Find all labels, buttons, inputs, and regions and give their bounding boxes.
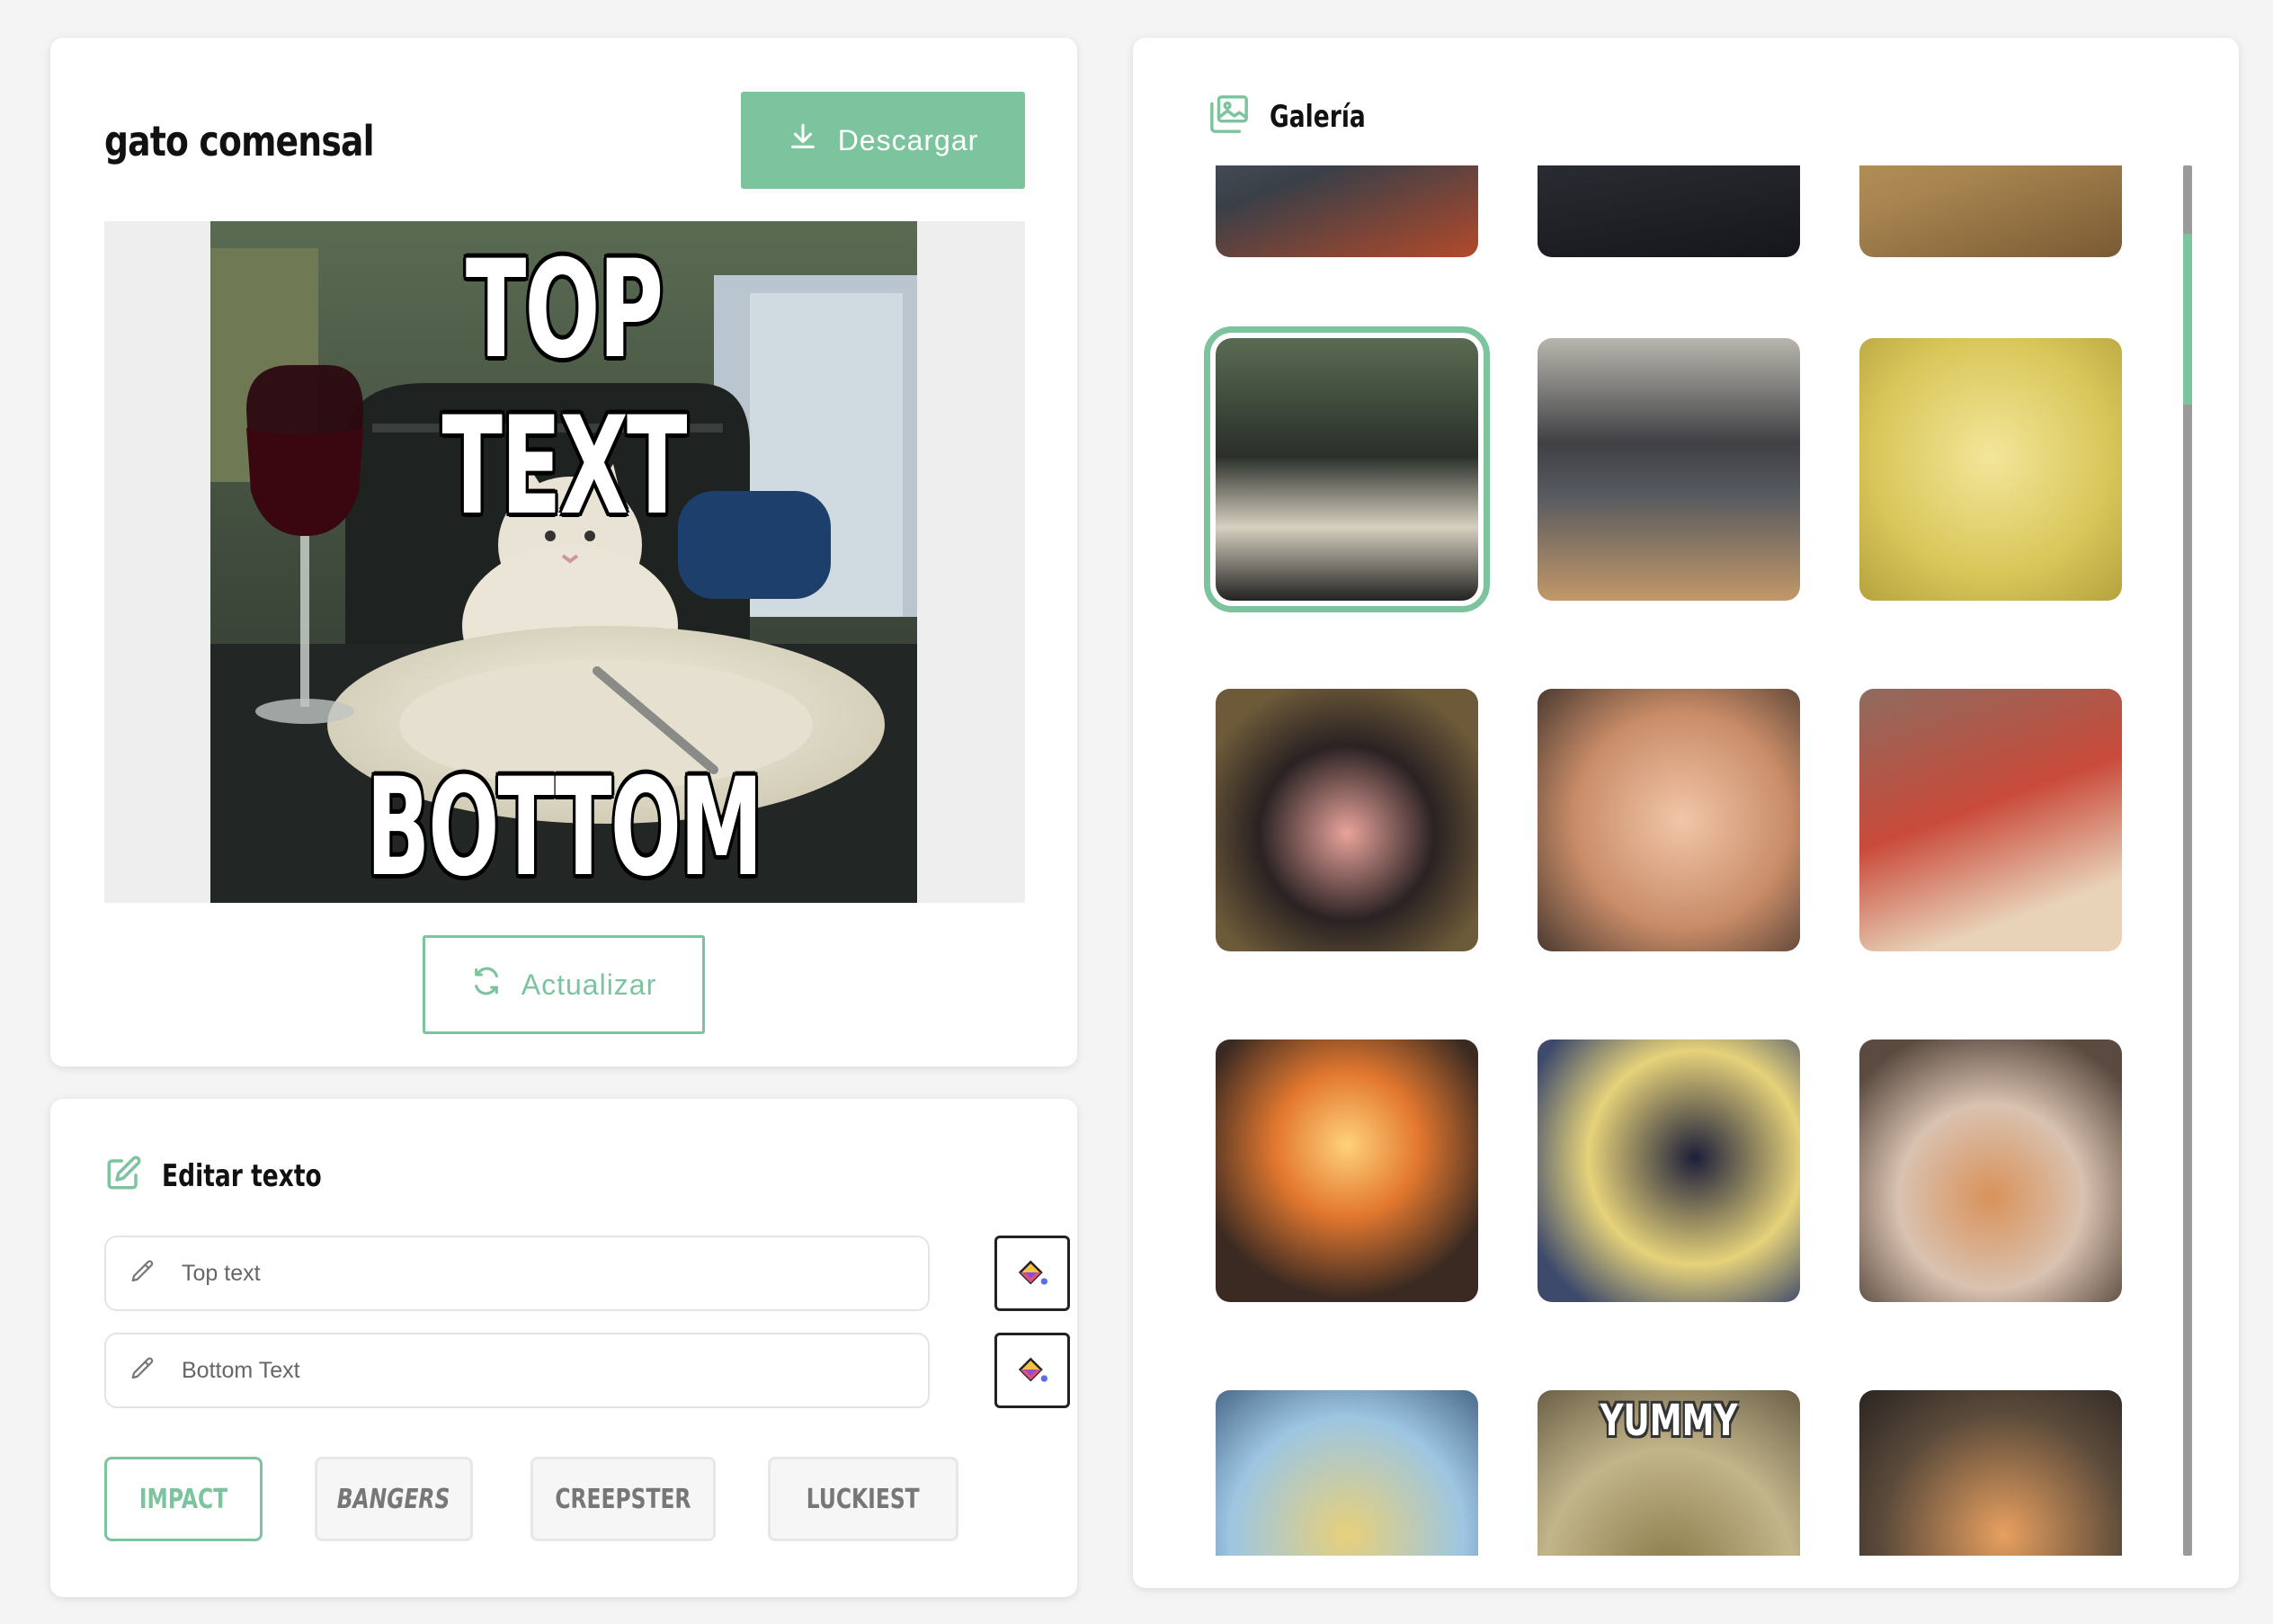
font-button-luckiest[interactable]: LUCKIEST xyxy=(768,1457,958,1541)
gallery-thumbnail[interactable] xyxy=(1859,338,2122,601)
gallery-scrollbar-thumb[interactable] xyxy=(2183,234,2192,405)
gallery-thumbnail[interactable] xyxy=(1538,338,1800,601)
top-text-row xyxy=(104,1236,1070,1313)
meme-editor-card: gato comensal Descargar TOP TEXT BOTTOM … xyxy=(50,38,1077,1066)
gallery-thumbnail[interactable] xyxy=(1859,1390,2122,1556)
top-text-color-button[interactable] xyxy=(994,1236,1070,1311)
font-button-bangers[interactable]: BANGERS xyxy=(315,1457,473,1541)
refresh-label: Actualizar xyxy=(521,968,657,1001)
pencil-icon xyxy=(129,1258,156,1289)
paint-bucket-icon xyxy=(1014,1352,1050,1390)
paint-bucket-icon xyxy=(1014,1254,1050,1293)
meme-top-text: TOP TEXT xyxy=(441,232,687,545)
image-gallery-icon xyxy=(1208,94,1250,139)
gallery-grid[interactable]: YUMMY xyxy=(1133,165,2194,1556)
gallery-thumbnail[interactable] xyxy=(1216,1390,1478,1556)
meme-image: TOP TEXT BOTTOM TEXT xyxy=(210,221,917,903)
gallery-title: Galería xyxy=(1270,98,1366,135)
gallery-thumbnail[interactable]: YUMMY xyxy=(1538,1390,1800,1556)
gallery-thumbnail[interactable] xyxy=(1216,165,1478,257)
meme-preview-area: TOP TEXT BOTTOM TEXT xyxy=(104,221,1025,903)
meme-title: gato comensal xyxy=(104,117,375,165)
gallery-thumbnail-selected[interactable] xyxy=(1204,326,1490,612)
text-editor-title: Editar texto xyxy=(162,1157,322,1194)
gallery-thumbnail[interactable] xyxy=(1538,689,1800,951)
refresh-button[interactable]: Actualizar xyxy=(423,935,705,1034)
gallery-thumbnail[interactable] xyxy=(1859,1040,2122,1302)
gallery-thumbnail[interactable] xyxy=(1216,1040,1478,1302)
refresh-icon xyxy=(471,966,502,1004)
gallery-thumbnail[interactable] xyxy=(1859,165,2122,257)
gallery-thumbnail[interactable] xyxy=(1859,689,2122,951)
thumbnail-caption: YUMMY xyxy=(1600,1396,1738,1446)
gallery-thumbnail[interactable] xyxy=(1538,1040,1800,1302)
edit-square-icon xyxy=(104,1155,142,1197)
font-button-impact[interactable]: IMPACT xyxy=(104,1457,263,1541)
download-icon xyxy=(788,121,818,159)
gallery-thumbnail[interactable] xyxy=(1538,165,1800,257)
pencil-icon xyxy=(129,1355,156,1387)
gallery-card: Galería YUMMY xyxy=(1133,38,2239,1588)
bottom-text-input[interactable] xyxy=(182,1357,865,1384)
bottom-text-row xyxy=(104,1333,1070,1410)
text-editor-card: Editar texto Top text Bottom Text IMPACT… xyxy=(50,1099,1077,1597)
top-text-input[interactable] xyxy=(182,1260,865,1287)
bottom-text-color-button[interactable] xyxy=(994,1333,1070,1408)
text-editor-header: Editar texto xyxy=(104,1155,367,1197)
download-label: Descargar xyxy=(837,123,979,156)
download-button[interactable]: Descargar xyxy=(741,92,1025,189)
gallery-header: Galería xyxy=(1208,94,1393,139)
top-text-field[interactable] xyxy=(104,1236,930,1311)
bottom-text-field[interactable] xyxy=(104,1333,930,1408)
gallery-thumbnail[interactable] xyxy=(1216,689,1478,951)
font-button-creepster[interactable]: CREEPSTER xyxy=(530,1457,716,1541)
meme-bottom-text: BOTTOM TEXT xyxy=(366,750,762,903)
